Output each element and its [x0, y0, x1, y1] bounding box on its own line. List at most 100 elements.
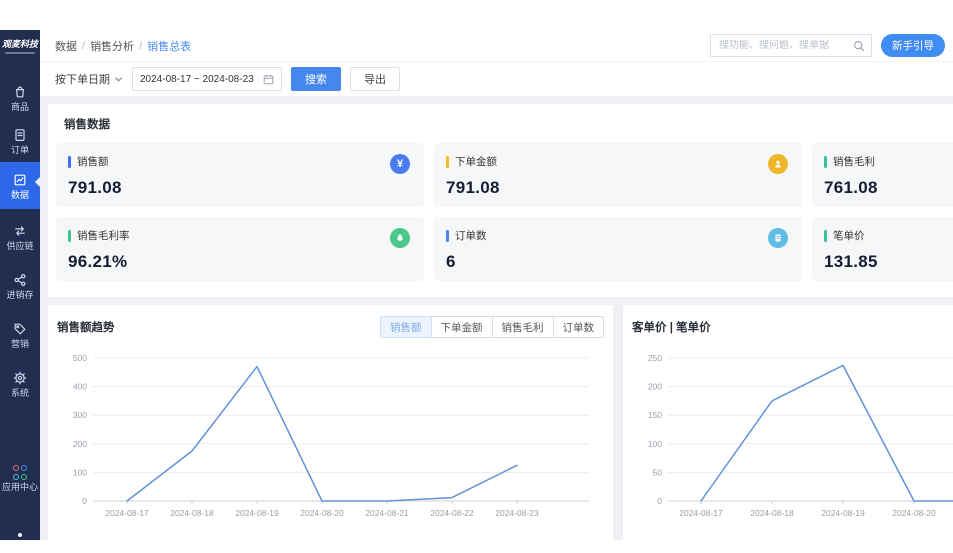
stat-card-6: 笔单价 131.85: [812, 217, 953, 281]
trend-tab-下单金额[interactable]: 下单金额: [430, 316, 493, 338]
dashboard-window: 观麦科技 商品 订单 数据 供应链 进销存 营销 系统 应用中心 数据 / 销售分析 / 销售总表…: [0, 30, 953, 540]
sales-trend-header: 销售额趋势 销售额 下单金额 销售毛利 订单数: [57, 315, 604, 339]
stat-card-label-row: 订单数: [446, 228, 790, 243]
svg-text:2024-08-20: 2024-08-20: [300, 508, 344, 518]
sidebar-item-label: 数据: [10, 190, 29, 200]
filter-bar: 按下单日期 2024-08-17 ~ 2024-08-23 搜索 导出: [40, 62, 953, 96]
breadcrumb-item-1[interactable]: 数据: [55, 38, 77, 54]
breadcrumb-separator: /: [139, 39, 143, 52]
search-input[interactable]: [719, 40, 853, 51]
stat-card-5: 订单数 6: [434, 217, 802, 281]
sales-trend-chart: 0 100 200 300 400 500 2024-08-17 2024-08-18 2024…: [73, 353, 589, 518]
svg-text:2024-08-19: 2024-08-19: [235, 508, 279, 518]
sales-trend-panel: 销售额趋势 销售额 下单金额 销售毛利 订单数 0 100 200 300 400 500 202…: [48, 305, 613, 540]
svg-text:2024-08-19: 2024-08-19: [821, 508, 865, 518]
date-range-input[interactable]: 2024-08-17 ~ 2024-08-23: [132, 67, 282, 91]
svg-text:300: 300: [73, 410, 87, 420]
inventory-share-icon: [14, 273, 26, 286]
stat-label: 订单数: [455, 230, 487, 242]
stat-value: 791.08: [68, 178, 122, 197]
sidebar-item-label: 营销: [10, 339, 29, 349]
accent-bar: [824, 155, 827, 168]
trend-tab-订单数[interactable]: 订单数: [552, 316, 604, 338]
export-button[interactable]: 导出: [350, 67, 400, 91]
stat-card-label-row: 下单金额: [446, 154, 790, 169]
stat-card-1: 销售额 791.08 ¥: [56, 143, 424, 207]
svg-text:200: 200: [73, 439, 87, 449]
stat-value: 96.21%: [68, 252, 128, 271]
supply-swap-icon: [15, 226, 25, 236]
svg-text:2024-08-18: 2024-08-18: [170, 508, 214, 518]
svg-text:2024-08-17: 2024-08-17: [679, 508, 723, 518]
accent-bar: [446, 229, 449, 242]
sidebar-item-label: 商品: [10, 102, 29, 112]
search-button[interactable]: 搜索: [291, 67, 341, 91]
sidebar: 观麦科技 商品订单数据供应链进销存营销 系统 应用中心: [0, 30, 40, 540]
global-search[interactable]: [710, 34, 872, 57]
sidebar-item-5-inventory-share[interactable]: 进销存: [0, 264, 40, 307]
svg-text:100: 100: [73, 467, 87, 477]
breadcrumb-separator: /: [82, 39, 86, 52]
system-gear-icon: [13, 371, 27, 385]
stat-card-2: 下单金额 791.08: [434, 143, 802, 207]
sidebar-item-label: 系统: [10, 388, 29, 398]
svg-text:0: 0: [657, 496, 662, 506]
sidebar-item-4-supply-swap[interactable]: 供应链: [0, 215, 40, 258]
trend-tab-销售毛利[interactable]: 销售毛利: [491, 316, 554, 338]
sidebar-nav: 商品订单数据供应链进销存营销 系统 应用中心: [0, 68, 40, 540]
svg-text:2024-08-17: 2024-08-17: [105, 508, 149, 518]
sidebar-item-7-system-gear[interactable]: 系统: [0, 362, 40, 405]
sidebar-scroll-dot: [18, 533, 22, 537]
stat-card-label-row: 销售额: [68, 154, 412, 169]
stat-label: 笔单价: [833, 230, 865, 242]
stat-label: 销售毛利: [833, 156, 875, 168]
svg-text:2024-08-22: 2024-08-22: [430, 508, 474, 518]
moneybag-icon: [390, 228, 410, 248]
date-type-label: 按下单日期: [55, 74, 110, 86]
sales-trend-title: 销售额趋势: [57, 322, 115, 334]
order-doc-icon: [15, 129, 25, 142]
stat-value: 6: [446, 252, 456, 271]
search-icon: [853, 40, 865, 51]
price-per-order-header: 客单价 | 笔单价: [632, 315, 953, 339]
sidebar-item-2-order-doc[interactable]: 订单: [0, 119, 40, 162]
sidebar-item-label: 应用中心: [1, 482, 38, 492]
stat-value: 791.08: [446, 178, 500, 197]
breadcrumb-item-2[interactable]: 销售分析: [90, 38, 134, 54]
sales-data-title: 销售数据: [64, 119, 110, 131]
accent-bar: [446, 155, 449, 168]
logo-subtext: [5, 52, 35, 54]
stat-value: 131.85: [824, 252, 878, 271]
svg-text:0: 0: [82, 496, 87, 506]
stat-card-4: 销售毛利率 96.21%: [56, 217, 424, 281]
price-per-order-title: 客单价 | 笔单价: [632, 322, 711, 334]
sidebar-item-label: 订单: [10, 145, 29, 155]
chevron-down-icon: [115, 77, 122, 81]
sidebar-item-6-marketing-tag[interactable]: 营销: [0, 313, 40, 356]
accent-bar: [68, 229, 71, 242]
trend-tab-销售额[interactable]: 销售额: [380, 316, 432, 338]
sidebar-item-1-goods-bag[interactable]: 商品: [0, 76, 40, 119]
sidebar-item-3-data-chart[interactable]: 数据: [0, 162, 40, 209]
stat-label: 销售毛利率: [77, 230, 130, 242]
stat-label: 销售额: [77, 156, 109, 168]
svg-text:100: 100: [648, 439, 662, 449]
sidebar-item-label: 进销存: [6, 290, 34, 300]
svg-text:2024-08-20: 2024-08-20: [892, 508, 936, 518]
app-logo: 观麦科技: [1, 39, 38, 49]
date-type-select[interactable]: 按下单日期: [55, 71, 123, 87]
price-per-order-chart: 0 50 100 150 200 250 2024-08-17 2024-08-18 2024-…: [648, 353, 953, 518]
main-area: 数据 / 销售分析 / 销售总表 新手引导 按下单日期: [40, 30, 953, 540]
charts-row: 销售额趋势 销售额 下单金额 销售毛利 订单数 0 100 200 300 400 500 202…: [48, 305, 953, 540]
sidebar-item-label: 供应链: [6, 241, 34, 251]
accent-bar: [68, 155, 71, 168]
trend-metric-tabs: 销售额 下单金额 销售毛利 订单数: [380, 316, 604, 338]
breadcrumb-item-3[interactable]: 销售总表: [147, 38, 191, 54]
accent-bar: [824, 229, 827, 242]
sidebar-item-8-app-center[interactable]: 应用中心: [0, 457, 40, 499]
beginner-guide-button[interactable]: 新手引导: [881, 34, 945, 57]
svg-text:500: 500: [73, 353, 87, 363]
svg-text:50: 50: [653, 467, 663, 477]
svg-text:400: 400: [73, 382, 87, 392]
price-per-order-panel: 客单价 | 笔单价 0 50 100 150 200 250 2024-08-17 2024-…: [623, 305, 953, 540]
